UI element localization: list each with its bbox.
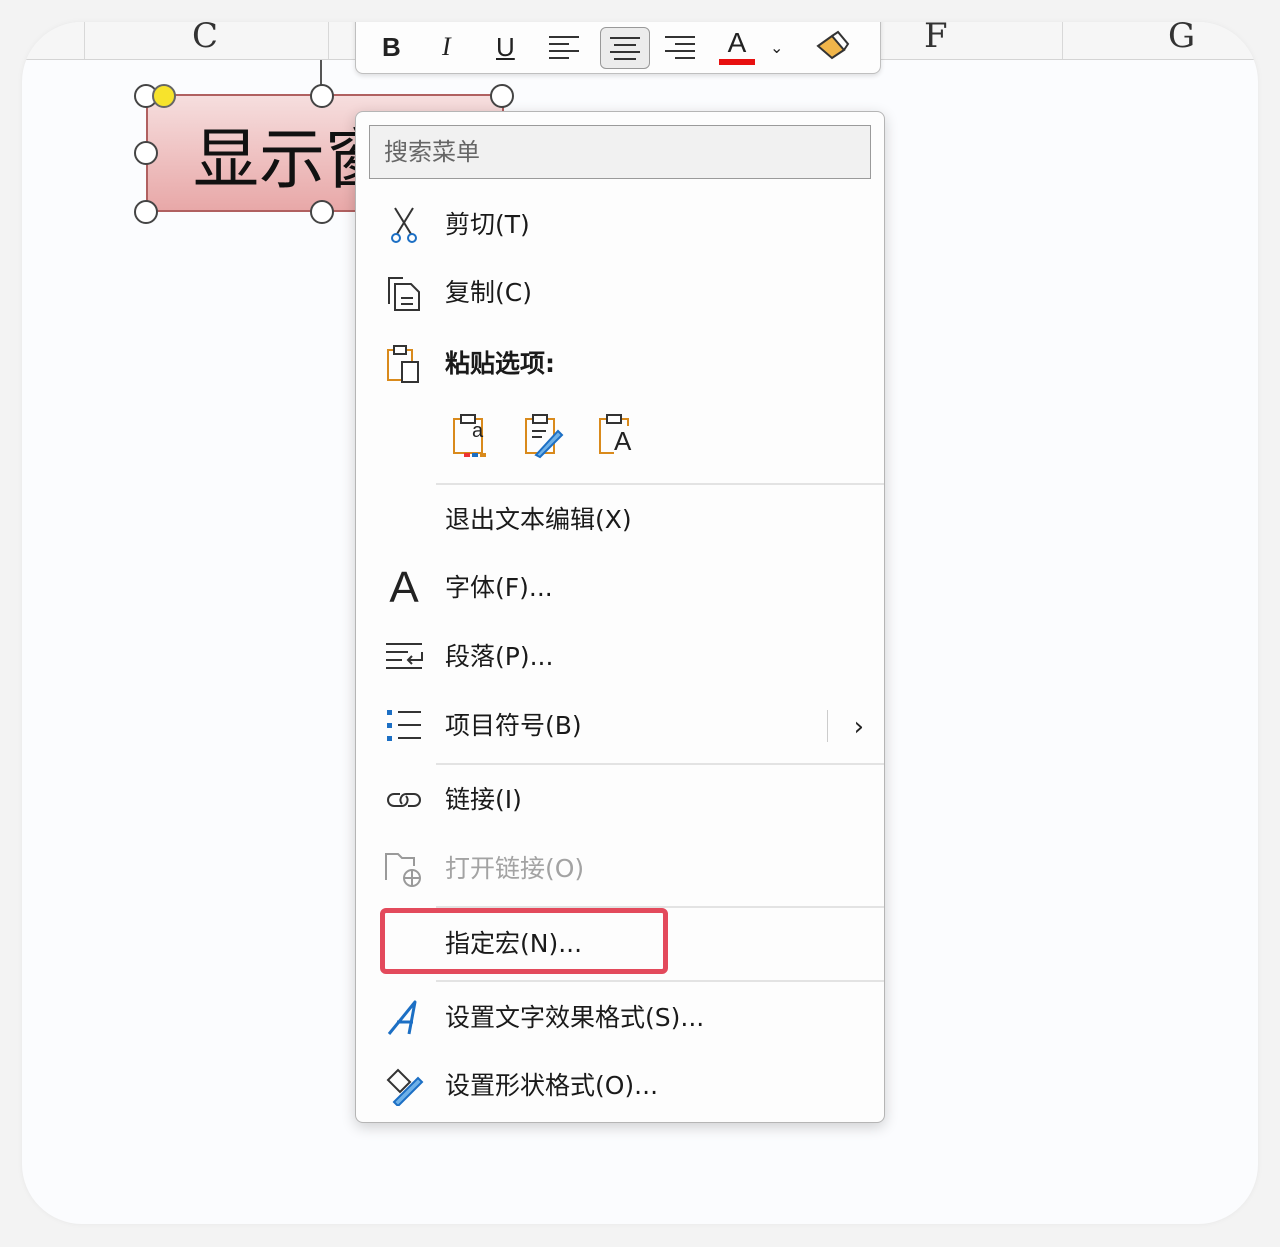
search-menu-input[interactable]: 搜索菜单	[369, 125, 871, 179]
menu-item-label: 粘贴选项:	[445, 349, 555, 378]
menu-item-label: 段落(P)...	[445, 642, 554, 671]
menu-item-label: 链接(I)	[445, 785, 522, 814]
paste-keep-text-only[interactable]: A	[594, 412, 642, 460]
menu-item-bullets[interactable]: 项目符号(B) ›	[356, 696, 884, 756]
resize-handle-left[interactable]	[134, 141, 158, 165]
align-center-icon	[610, 37, 640, 60]
menu-separator	[436, 763, 884, 765]
menu-separator	[436, 483, 884, 485]
italic-button[interactable]: I	[442, 27, 451, 67]
align-right-button[interactable]	[662, 27, 698, 67]
underline-button[interactable]: U	[496, 27, 515, 67]
align-center-button[interactable]	[600, 27, 650, 69]
column-separator	[84, 22, 85, 59]
menu-item-exit-text-edit[interactable]: 退出文本编辑(X)	[356, 490, 884, 550]
format-painter-icon	[816, 30, 850, 60]
menu-item-paste-options: 粘贴选项:	[356, 334, 884, 394]
spreadsheet-canvas: C F G 显示窗 B I U A ⌄ 搜索菜单 剪切(T) 复制(C) 粘贴选…	[22, 22, 1258, 1224]
font-color-swatch	[719, 58, 755, 65]
column-header-f[interactable]: F	[924, 22, 948, 56]
font-icon: A	[389, 563, 419, 612]
scissors-icon	[382, 203, 426, 247]
clipboard-icon	[382, 342, 426, 386]
link-icon	[382, 778, 426, 822]
font-color-letter: A	[727, 26, 747, 58]
column-header-c[interactable]: C	[192, 22, 218, 56]
menu-item-open-link: 打开链接(O)	[356, 839, 884, 899]
copy-icon	[382, 271, 426, 315]
mini-toolbar: B I U A ⌄	[355, 22, 881, 74]
bullet-list-icon	[382, 704, 426, 748]
paste-option-glyph: A	[614, 426, 632, 457]
column-separator	[1062, 22, 1063, 59]
bold-button[interactable]: B	[382, 27, 401, 67]
resize-handle-bottom-left[interactable]	[134, 200, 158, 224]
resize-handle-bottom[interactable]	[310, 200, 334, 224]
adjust-handle[interactable]	[152, 84, 176, 108]
menu-item-copy[interactable]: 复制(C)	[356, 263, 884, 323]
format-shape-icon	[382, 1064, 426, 1108]
open-link-icon	[382, 847, 426, 891]
menu-item-cut[interactable]: 剪切(T)	[356, 195, 884, 255]
menu-item-label: 复制(C)	[445, 278, 532, 307]
column-header-g[interactable]: G	[1168, 22, 1195, 56]
menu-item-label: 项目符号(B)	[445, 711, 582, 740]
font-color-dropdown[interactable]: ⌄	[770, 27, 783, 67]
align-left-button[interactable]	[546, 27, 582, 67]
paste-use-destination-theme[interactable]	[520, 412, 568, 460]
clipboard-brush-icon	[525, 414, 564, 459]
menu-item-format-shape[interactable]: 设置形状格式(O)...	[356, 1056, 884, 1116]
resize-handle-top[interactable]	[310, 84, 334, 108]
menu-item-format-text-effects[interactable]: 设置文字效果格式(S)...	[356, 988, 884, 1048]
menu-item-label: 设置形状格式(O)...	[445, 1071, 659, 1100]
menu-item-label: 设置文字效果格式(S)...	[445, 1003, 705, 1032]
resize-handle-top-right[interactable]	[490, 84, 514, 108]
menu-item-label: 字体(F)...	[445, 573, 553, 602]
format-painter-button[interactable]	[812, 27, 852, 67]
text-effects-icon	[382, 996, 426, 1040]
paste-option-glyph: a	[472, 420, 484, 442]
chevron-right-icon[interactable]: ›	[854, 712, 864, 742]
highlight-box	[380, 908, 668, 974]
menu-separator	[436, 980, 884, 982]
align-left-icon	[549, 36, 579, 59]
menu-item-font[interactable]: A 字体(F)...	[356, 558, 884, 618]
paragraph-icon	[382, 635, 426, 679]
submenu-divider	[827, 710, 828, 742]
menu-item-label: 剪切(T)	[445, 210, 530, 239]
column-separator	[328, 22, 329, 59]
align-right-icon	[665, 36, 695, 59]
font-color-button[interactable]: A	[718, 27, 756, 67]
menu-item-link[interactable]: 链接(I)	[356, 770, 884, 830]
menu-item-label: 打开链接(O)	[445, 854, 585, 883]
menu-item-paragraph[interactable]: 段落(P)...	[356, 627, 884, 687]
paste-keep-source-formatting[interactable]: a	[448, 412, 496, 460]
menu-item-label: 退出文本编辑(X)	[445, 505, 632, 534]
